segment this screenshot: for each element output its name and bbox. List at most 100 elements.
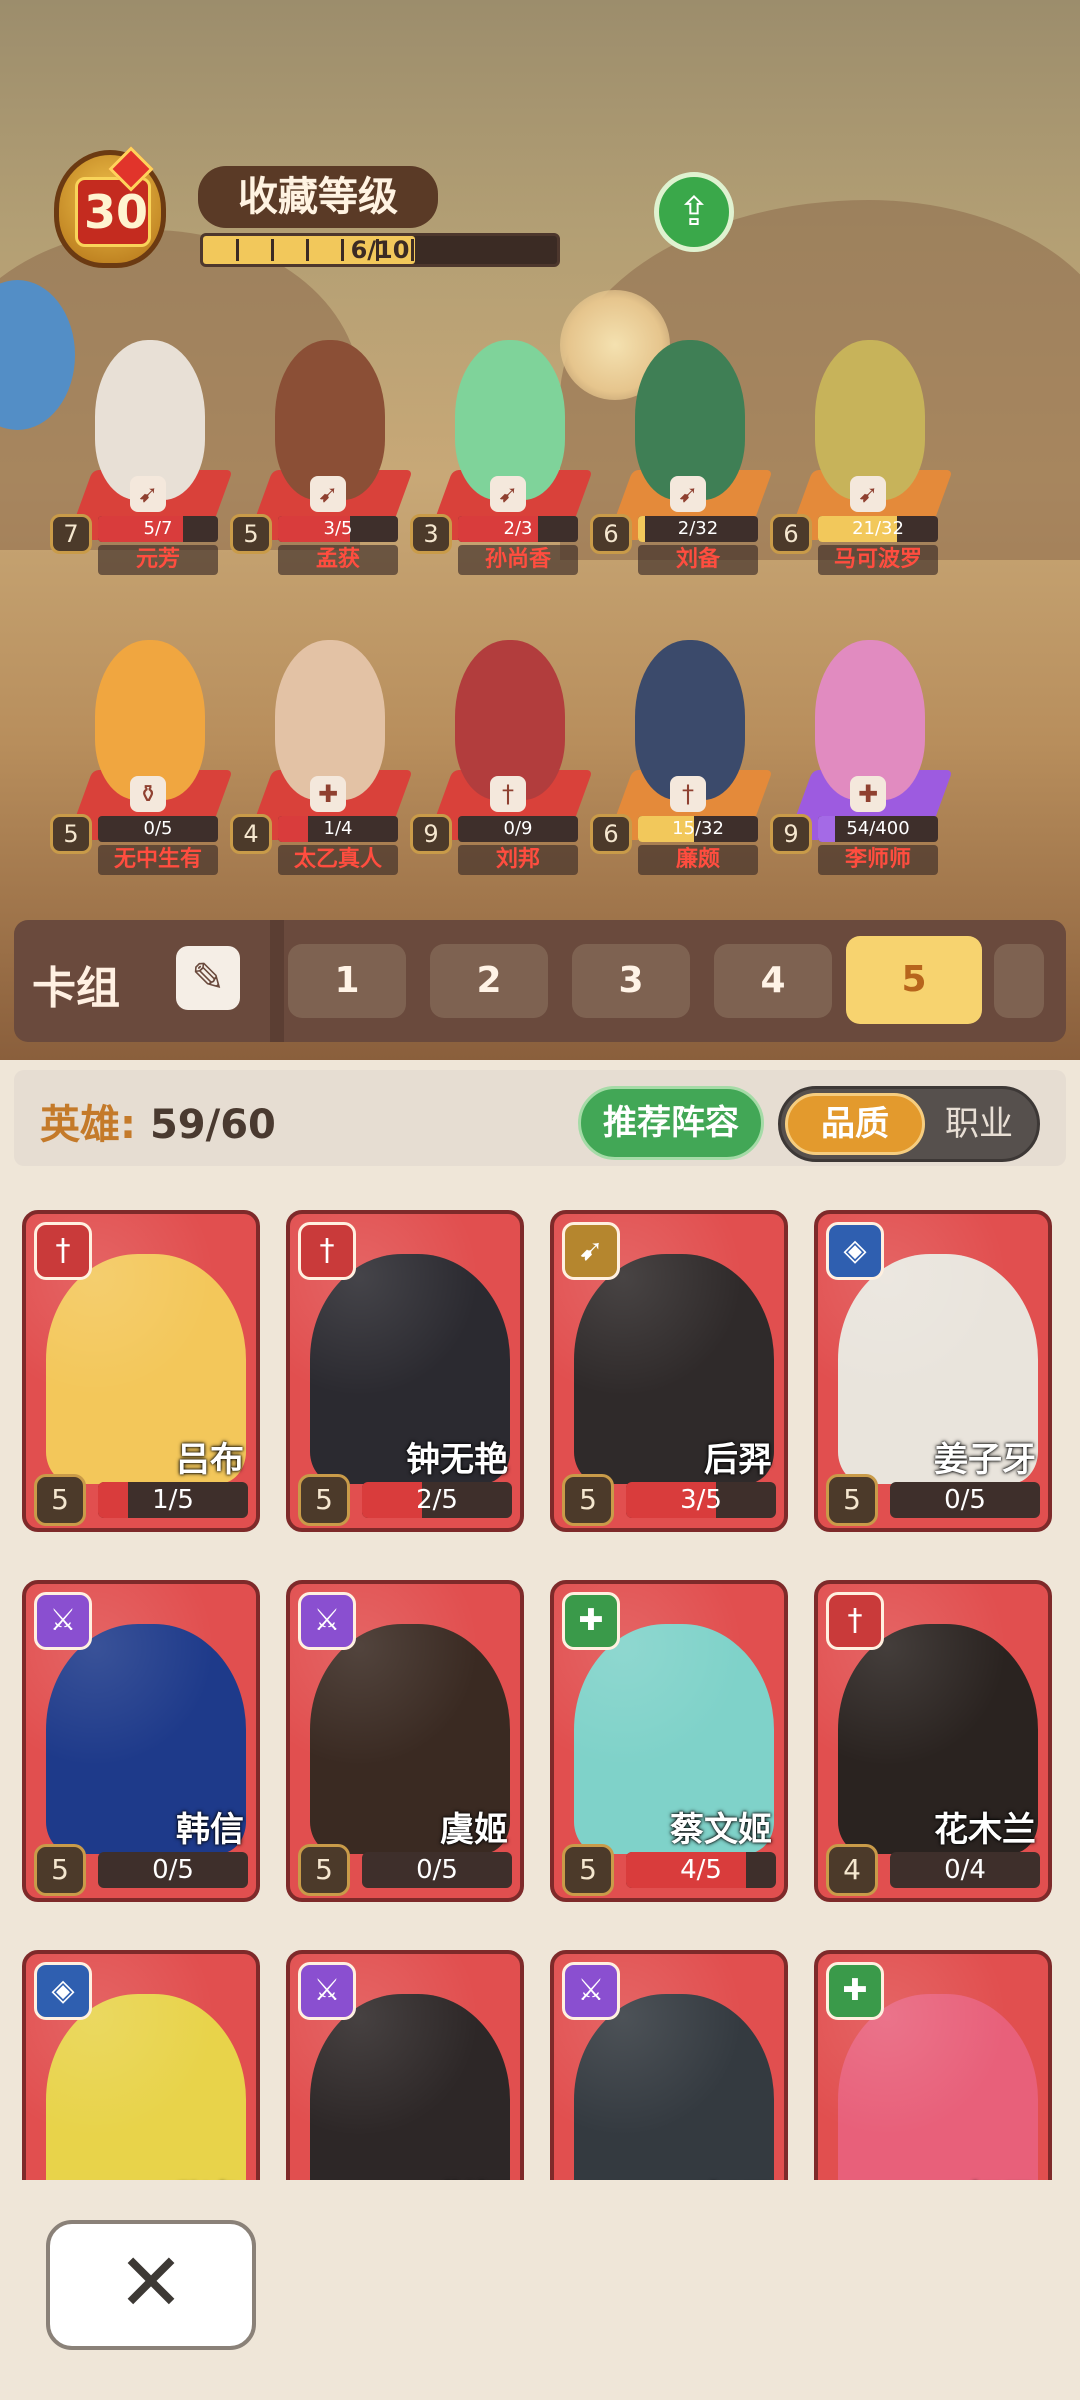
card-shard-text: 2/5 [416, 1485, 458, 1515]
bow-icon: ➹ [490, 476, 526, 512]
crossed-swords-icon: ⚔ [34, 1592, 92, 1650]
card-shard-text: 0/5 [944, 1485, 986, 1515]
card-shard-bar: 4/5 [626, 1852, 776, 1888]
hero-shard-bar: 54/400 [818, 816, 938, 842]
card-level: 5 [298, 1474, 350, 1526]
deck-tab-next[interactable] [994, 944, 1044, 1018]
card-level: 5 [562, 1474, 614, 1526]
collection-level-badge[interactable]: 30 [40, 140, 180, 285]
deck-tab-3[interactable]: 3 [572, 944, 690, 1018]
hero-card[interactable]: ◈ 张角 [22, 1950, 260, 2180]
bow-icon: ➹ [670, 476, 706, 512]
deck-tab-5[interactable]: 5 [846, 936, 982, 1024]
hero-level: 6 [770, 514, 812, 554]
hero-shard-text: 5/7 [143, 518, 173, 539]
sort-by-class[interactable]: 职业 [921, 1093, 1037, 1155]
showcase-hero[interactable]: ➹ 7 5/7 元芳 [50, 340, 240, 590]
hero-card[interactable]: † 花木兰 4 0/4 [814, 1580, 1052, 1902]
hero-card[interactable]: ➹ 后羿 5 3/5 [550, 1210, 788, 1532]
hero-level: 9 [770, 814, 812, 854]
hero-card[interactable]: ⚔ 韩信 5 0/5 [22, 1580, 260, 1902]
showcase-hero[interactable]: † 9 0/9 刘邦 [410, 640, 600, 890]
deck-tab-4[interactable]: 4 [714, 944, 832, 1018]
brush-icon: ✎ [191, 955, 225, 1001]
card-shard-text: 0/4 [944, 1855, 986, 1885]
hero-name: 孙尚香 [458, 545, 578, 575]
card-shard-text: 4/5 [680, 1855, 722, 1885]
hero-card[interactable]: ⚔ 虞姬 5 0/5 [286, 1580, 524, 1902]
hero-name: 孟获 [278, 545, 398, 575]
card-shard-bar: 1/5 [98, 1482, 248, 1518]
card-shard-text: 0/5 [416, 1855, 458, 1885]
hero-shard-text: 2/3 [503, 518, 533, 539]
share-button[interactable]: ⇪ [654, 172, 734, 252]
card-hero-name: 虞姬 [440, 1810, 508, 1850]
hero-level: 4 [230, 814, 272, 854]
close-button[interactable]: ✕ [46, 2220, 256, 2350]
showcase-hero[interactable]: ✚ 9 54/400 李师师 [770, 640, 960, 890]
card-shard-bar: 0/4 [890, 1852, 1040, 1888]
crossed-swords-icon: ⚔ [562, 1962, 620, 2020]
sort-by-quality[interactable]: 品质 [785, 1093, 925, 1155]
heal-icon: ✚ [562, 1592, 620, 1650]
hero-card-grid[interactable]: † 吕布 5 1/5 † 钟无艳 5 2/5 ➹ 后羿 5 3/5 ◈ 姜子牙 … [0, 1180, 1080, 2180]
hero-card[interactable]: ⚔ 赵云 [550, 1950, 788, 2180]
bow-icon: ➹ [562, 1222, 620, 1280]
crossed-swords-icon: ⚔ [298, 1962, 356, 2020]
card-shard-bar: 2/5 [362, 1482, 512, 1518]
sword-icon: † [34, 1222, 92, 1280]
hero-count-label: 英雄: [40, 1102, 136, 1148]
hero-card[interactable]: ⚔ 荆轲 [286, 1950, 524, 2180]
hero-card[interactable]: † 吕布 5 1/5 [22, 1210, 260, 1532]
showcase-hero[interactable]: ➹ 5 3/5 孟获 [230, 340, 420, 590]
card-hero-name: 荆轲 [440, 2172, 508, 2180]
heal-icon: ✚ [826, 1962, 884, 2020]
hero-shard-bar: 21/32 [818, 516, 938, 542]
bow-icon: ➹ [850, 476, 886, 512]
hero-shard-text: 3/5 [323, 518, 353, 539]
level-shield: 30 [54, 146, 166, 268]
hero-level: 9 [410, 814, 452, 854]
card-hero-name: 花木兰 [934, 1810, 1036, 1850]
card-shard-bar: 3/5 [626, 1482, 776, 1518]
hero-shard-bar: 3/5 [278, 516, 398, 542]
card-level: 5 [298, 1844, 350, 1896]
card-hero-name: 姜子牙 [934, 1440, 1036, 1480]
sword-icon: † [298, 1222, 356, 1280]
card-hero-name: 蔡文姬 [670, 1810, 772, 1850]
deck-tab-2[interactable]: 2 [430, 944, 548, 1018]
crossed-swords-icon: ⚔ [298, 1592, 356, 1650]
deck-label: 卡组 [32, 963, 120, 1014]
potion-icon: ⚱ [130, 776, 166, 812]
hero-shard-text: 0/5 [143, 818, 173, 839]
hero-shard-text: 0/9 [503, 818, 533, 839]
deck-divider [270, 920, 284, 1042]
hero-name: 刘邦 [458, 845, 578, 875]
card-shard-bar: 0/5 [362, 1852, 512, 1888]
collection-level: 30 [83, 185, 148, 239]
sort-toggle[interactable]: 品质 职业 [778, 1086, 1040, 1162]
hero-name: 元芳 [98, 545, 218, 575]
deck-tab-1[interactable]: 1 [288, 944, 406, 1018]
bow-icon: ➹ [130, 476, 166, 512]
card-shard-bar: 0/5 [98, 1852, 248, 1888]
showcase-hero[interactable]: ⚱ 5 0/5 无中生有 [50, 640, 240, 890]
hero-card[interactable]: † 钟无艳 5 2/5 [286, 1210, 524, 1532]
showcase-hero[interactable]: † 6 15/32 廉颇 [590, 640, 780, 890]
showcase-hero[interactable]: ➹ 6 21/32 马可波罗 [770, 340, 960, 590]
collection-progress-bar: 6/10 [200, 233, 560, 267]
showcase-hero[interactable]: ➹ 3 2/3 孙尚香 [410, 340, 600, 590]
showcase-hero[interactable]: ✚ 4 1/4 太乙真人 [230, 640, 420, 890]
hero-card[interactable]: ✚ 妲己 [814, 1950, 1052, 2180]
hero-name: 太乙真人 [278, 845, 398, 875]
hero-name: 马可波罗 [818, 545, 938, 575]
deck-edit-button[interactable]: ✎ [176, 946, 240, 1010]
recommend-lineup-button[interactable]: 推荐阵容 [578, 1086, 764, 1160]
hero-shard-text: 15/32 [672, 818, 724, 839]
bow-icon: ➹ [310, 476, 346, 512]
sword-icon: † [490, 776, 526, 812]
card-level: 4 [826, 1844, 878, 1896]
showcase-hero[interactable]: ➹ 6 2/32 刘备 [590, 340, 780, 590]
hero-card[interactable]: ◈ 姜子牙 5 0/5 [814, 1210, 1052, 1532]
hero-card[interactable]: ✚ 蔡文姬 5 4/5 [550, 1580, 788, 1902]
